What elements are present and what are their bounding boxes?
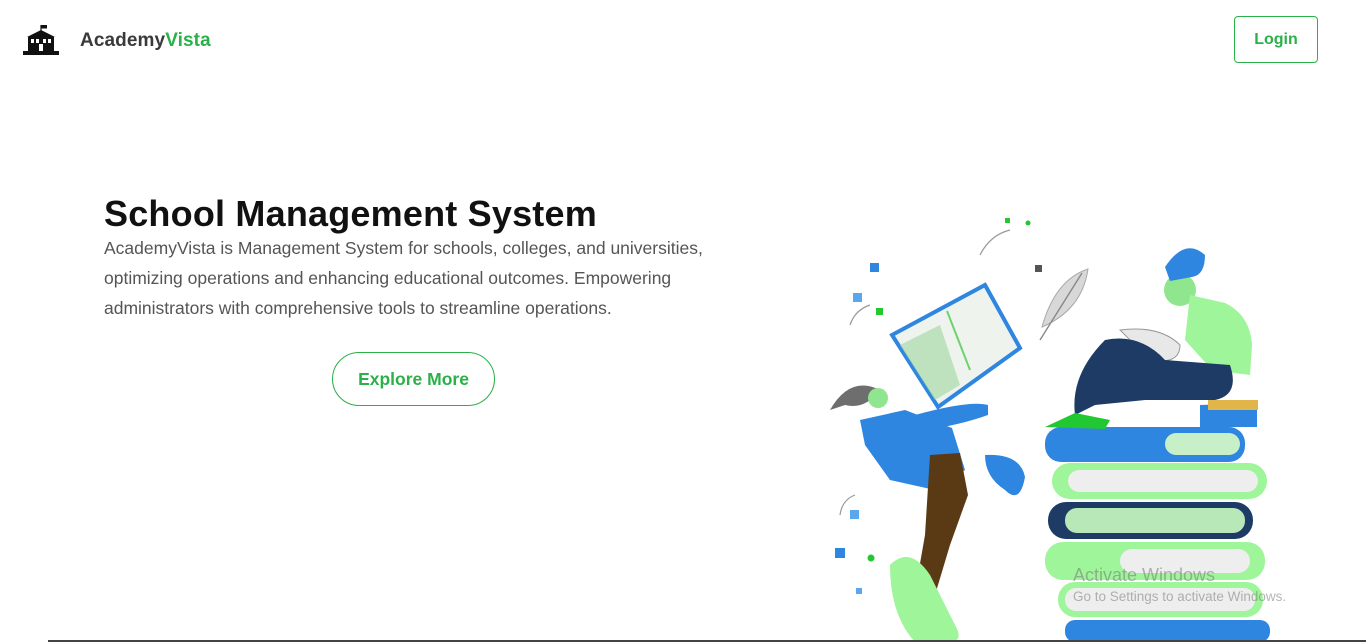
- brand-part-vista: Vista: [165, 30, 211, 51]
- navbar: AcademyVista Login: [0, 0, 1366, 80]
- school-building-icon[interactable]: [22, 24, 60, 56]
- watermark-subtitle: Go to Settings to activate Windows.: [1073, 589, 1287, 604]
- explore-more-button[interactable]: Explore More: [332, 352, 495, 406]
- brand-part-academy: Academy: [80, 30, 166, 51]
- watermark-title: Activate Windows: [1073, 565, 1216, 585]
- activate-windows-watermark: Activate Windows Go to Settings to activ…: [1073, 565, 1286, 604]
- hero-description: AcademyVista is Management System for sc…: [104, 238, 703, 318]
- login-button[interactable]: Login: [1234, 16, 1318, 63]
- page-title: School Management System: [104, 193, 597, 234]
- brand-name[interactable]: AcademyVista: [80, 30, 211, 52]
